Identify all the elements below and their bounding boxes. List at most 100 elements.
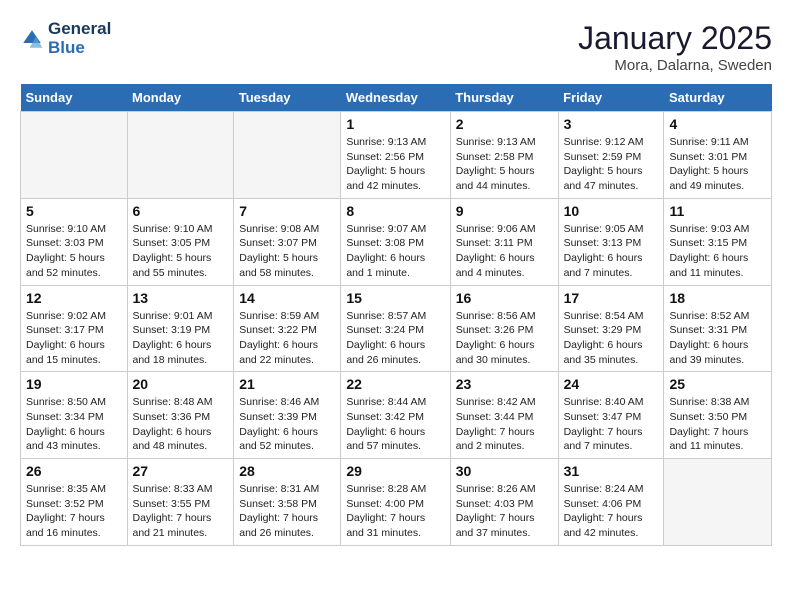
weekday-thursday: Thursday <box>450 84 558 112</box>
logo-general: General <box>48 20 111 39</box>
day-cell: 9 Sunrise: 9:06 AM Sunset: 3:11 PM Daylig… <box>450 198 558 285</box>
week-row-1: 5 Sunrise: 9:10 AM Sunset: 3:03 PM Daylig… <box>21 198 772 285</box>
day-info: Sunrise: 8:40 AM Sunset: 3:47 PM Dayligh… <box>564 395 659 454</box>
weekday-monday: Monday <box>127 84 234 112</box>
day-info: Sunrise: 9:10 AM Sunset: 3:05 PM Dayligh… <box>133 222 229 281</box>
day-number: 3 <box>564 116 659 132</box>
day-cell: 20Sunrise: 8:48 AM Sunset: 3:36 PM Dayli… <box>127 372 234 459</box>
day-cell: 4 Sunrise: 9:11 AM Sunset: 3:01 PM Daylig… <box>664 112 772 199</box>
day-cell: 10Sunrise: 9:05 AM Sunset: 3:13 PM Dayli… <box>558 198 664 285</box>
header: General Blue January 2025 Mora, Dalarna,… <box>20 20 772 74</box>
day-info: Sunrise: 8:26 AM Sunset: 4:03 PM Dayligh… <box>456 482 553 541</box>
page: General Blue January 2025 Mora, Dalarna,… <box>0 0 792 566</box>
week-row-4: 26Sunrise: 8:35 AM Sunset: 3:52 PM Dayli… <box>21 459 772 546</box>
day-info: Sunrise: 8:52 AM Sunset: 3:31 PM Dayligh… <box>669 309 766 368</box>
day-cell: 27 Sunrise: 8:33 AM Sunset: 3:55 PM Dayli… <box>127 459 234 546</box>
logo-icon <box>20 27 44 51</box>
day-cell: 17Sunrise: 8:54 AM Sunset: 3:29 PM Dayli… <box>558 285 664 372</box>
weekday-friday: Friday <box>558 84 664 112</box>
day-cell <box>234 112 341 199</box>
day-info: Sunrise: 9:02 AM Sunset: 3:17 PM Dayligh… <box>26 309 122 368</box>
day-info: Sunrise: 8:44 AM Sunset: 3:42 PM Dayligh… <box>346 395 444 454</box>
day-number: 23 <box>456 376 553 392</box>
day-info: Sunrise: 9:01 AM Sunset: 3:19 PM Dayligh… <box>133 309 229 368</box>
day-info: Sunrise: 9:08 AM Sunset: 3:07 PM Dayligh… <box>239 222 335 281</box>
day-info: Sunrise: 8:57 AM Sunset: 3:24 PM Dayligh… <box>346 309 444 368</box>
day-info: Sunrise: 9:10 AM Sunset: 3:03 PM Dayligh… <box>26 222 122 281</box>
day-cell: 22 Sunrise: 8:44 AM Sunset: 3:42 PM Dayli… <box>341 372 450 459</box>
day-number: 19 <box>26 376 122 392</box>
day-cell: 13Sunrise: 9:01 AM Sunset: 3:19 PM Dayli… <box>127 285 234 372</box>
day-info: Sunrise: 8:50 AM Sunset: 3:34 PM Dayligh… <box>26 395 122 454</box>
day-number: 1 <box>346 116 444 132</box>
logo-blue: Blue <box>48 39 111 58</box>
day-info: Sunrise: 8:35 AM Sunset: 3:52 PM Dayligh… <box>26 482 122 541</box>
day-info: Sunrise: 8:42 AM Sunset: 3:44 PM Dayligh… <box>456 395 553 454</box>
day-number: 5 <box>26 203 122 219</box>
day-number: 27 <box>133 463 229 479</box>
day-cell: 21 Sunrise: 8:46 AM Sunset: 3:39 PM Dayli… <box>234 372 341 459</box>
day-number: 30 <box>456 463 553 479</box>
day-cell: 26Sunrise: 8:35 AM Sunset: 3:52 PM Dayli… <box>21 459 128 546</box>
day-cell: 8Sunrise: 9:07 AM Sunset: 3:08 PM Daylig… <box>341 198 450 285</box>
weekday-tuesday: Tuesday <box>234 84 341 112</box>
day-number: 21 <box>239 376 335 392</box>
day-cell: 11 Sunrise: 9:03 AM Sunset: 3:15 PM Dayli… <box>664 198 772 285</box>
day-info: Sunrise: 9:03 AM Sunset: 3:15 PM Dayligh… <box>669 222 766 281</box>
day-cell: 5 Sunrise: 9:10 AM Sunset: 3:03 PM Daylig… <box>21 198 128 285</box>
day-number: 11 <box>669 203 766 219</box>
week-row-0: 1 Sunrise: 9:13 AM Sunset: 2:56 PM Daylig… <box>21 112 772 199</box>
day-info: Sunrise: 9:11 AM Sunset: 3:01 PM Dayligh… <box>669 135 766 194</box>
day-info: Sunrise: 9:07 AM Sunset: 3:08 PM Dayligh… <box>346 222 444 281</box>
day-cell: 6 Sunrise: 9:10 AM Sunset: 3:05 PM Daylig… <box>127 198 234 285</box>
day-info: Sunrise: 8:46 AM Sunset: 3:39 PM Dayligh… <box>239 395 335 454</box>
day-cell: 24 Sunrise: 8:40 AM Sunset: 3:47 PM Dayli… <box>558 372 664 459</box>
weekday-saturday: Saturday <box>664 84 772 112</box>
day-number: 25 <box>669 376 766 392</box>
day-info: Sunrise: 9:13 AM Sunset: 2:56 PM Dayligh… <box>346 135 444 194</box>
day-number: 31 <box>564 463 659 479</box>
day-info: Sunrise: 8:48 AM Sunset: 3:36 PM Dayligh… <box>133 395 229 454</box>
weekday-wednesday: Wednesday <box>341 84 450 112</box>
location-subtitle: Mora, Dalarna, Sweden <box>578 57 772 74</box>
day-info: Sunrise: 9:13 AM Sunset: 2:58 PM Dayligh… <box>456 135 553 194</box>
logo: General Blue <box>20 20 111 57</box>
day-number: 28 <box>239 463 335 479</box>
day-cell: 14Sunrise: 8:59 AM Sunset: 3:22 PM Dayli… <box>234 285 341 372</box>
day-number: 4 <box>669 116 766 132</box>
week-row-2: 12 Sunrise: 9:02 AM Sunset: 3:17 PM Dayli… <box>21 285 772 372</box>
day-cell: 29Sunrise: 8:28 AM Sunset: 4:00 PM Dayli… <box>341 459 450 546</box>
day-number: 15 <box>346 290 444 306</box>
day-info: Sunrise: 9:06 AM Sunset: 3:11 PM Dayligh… <box>456 222 553 281</box>
day-info: Sunrise: 8:54 AM Sunset: 3:29 PM Dayligh… <box>564 309 659 368</box>
day-cell: 30 Sunrise: 8:26 AM Sunset: 4:03 PM Dayli… <box>450 459 558 546</box>
day-cell: 16 Sunrise: 8:56 AM Sunset: 3:26 PM Dayli… <box>450 285 558 372</box>
day-info: Sunrise: 8:56 AM Sunset: 3:26 PM Dayligh… <box>456 309 553 368</box>
day-info: Sunrise: 8:59 AM Sunset: 3:22 PM Dayligh… <box>239 309 335 368</box>
day-info: Sunrise: 9:05 AM Sunset: 3:13 PM Dayligh… <box>564 222 659 281</box>
day-number: 24 <box>564 376 659 392</box>
day-number: 22 <box>346 376 444 392</box>
day-info: Sunrise: 8:33 AM Sunset: 3:55 PM Dayligh… <box>133 482 229 541</box>
day-number: 12 <box>26 290 122 306</box>
day-cell: 3 Sunrise: 9:12 AM Sunset: 2:59 PM Daylig… <box>558 112 664 199</box>
calendar-body: 1 Sunrise: 9:13 AM Sunset: 2:56 PM Daylig… <box>21 112 772 546</box>
day-number: 9 <box>456 203 553 219</box>
weekday-header-row: SundayMondayTuesdayWednesdayThursdayFrid… <box>21 84 772 112</box>
day-number: 2 <box>456 116 553 132</box>
day-number: 18 <box>669 290 766 306</box>
day-cell: 2 Sunrise: 9:13 AM Sunset: 2:58 PM Daylig… <box>450 112 558 199</box>
day-number: 7 <box>239 203 335 219</box>
day-number: 6 <box>133 203 229 219</box>
day-cell <box>664 459 772 546</box>
month-title: January 2025 <box>578 20 772 57</box>
day-number: 16 <box>456 290 553 306</box>
day-info: Sunrise: 8:28 AM Sunset: 4:00 PM Dayligh… <box>346 482 444 541</box>
calendar-table: SundayMondayTuesdayWednesdayThursdayFrid… <box>20 84 772 546</box>
day-cell <box>21 112 128 199</box>
day-info: Sunrise: 8:24 AM Sunset: 4:06 PM Dayligh… <box>564 482 659 541</box>
day-cell: 31 Sunrise: 8:24 AM Sunset: 4:06 PM Dayli… <box>558 459 664 546</box>
day-cell: 7 Sunrise: 9:08 AM Sunset: 3:07 PM Daylig… <box>234 198 341 285</box>
day-cell: 12 Sunrise: 9:02 AM Sunset: 3:17 PM Dayli… <box>21 285 128 372</box>
day-info: Sunrise: 9:12 AM Sunset: 2:59 PM Dayligh… <box>564 135 659 194</box>
